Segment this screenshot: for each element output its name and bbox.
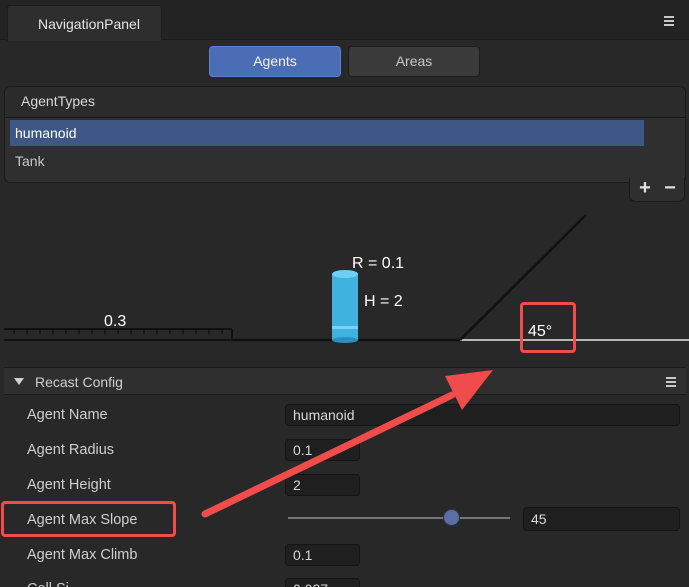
recast-config-header[interactable]: Recast Config [4, 367, 686, 395]
collapse-triangle-icon [14, 378, 24, 385]
agent-name-field[interactable]: humanoid [285, 404, 680, 426]
areas-toggle-button[interactable]: Areas [348, 46, 480, 77]
tab-navigation-panel[interactable]: NavigationPanel [7, 5, 162, 41]
add-agent-type-button[interactable]: + [634, 178, 656, 199]
list-add-remove-controls: + − [629, 178, 685, 202]
section-title: Recast Config [35, 374, 123, 390]
agent-types-header: AgentTypes [5, 87, 685, 118]
agent-height-label: Agent Height [27, 477, 111, 493]
slope-annotation-box [520, 302, 576, 353]
max-slope-slider-handle[interactable] [443, 509, 460, 526]
panel-menu-icon[interactable] [664, 16, 674, 26]
agent-max-climb-label: Agent Max Climb [27, 547, 138, 563]
list-item-tank[interactable]: Tank [10, 148, 644, 174]
remove-agent-type-button[interactable]: − [659, 178, 681, 199]
max-slope-annotation-box [1, 501, 176, 537]
tab-bar: NavigationPanel [0, 0, 689, 41]
step-height-label: 0.3 [104, 313, 126, 330]
max-slope-slider-track[interactable] [288, 517, 510, 519]
agent-height-field[interactable]: 2 [285, 474, 360, 496]
cell-size-field[interactable]: 0.037 [285, 578, 360, 587]
agent-radius-field[interactable]: 0.1 [285, 439, 360, 461]
height-label: H = 2 [364, 293, 403, 310]
section-menu-icon[interactable] [666, 377, 676, 387]
list-item-humanoid[interactable]: humanoid [10, 120, 644, 146]
agent-diagram: 0.3 R = 0.1 H = 2 45° [4, 214, 689, 343]
agent-name-label: Agent Name [27, 407, 108, 423]
agent-radius-label: Agent Radius [27, 442, 115, 458]
cell-size-label: Cell Si [27, 578, 69, 587]
radius-label: R = 0.1 [352, 255, 404, 272]
agent-cylinder-icon [332, 270, 358, 343]
tab-label: NavigationPanel [38, 16, 140, 32]
agents-toggle-button[interactable]: Agents [209, 46, 341, 77]
max-slope-value-field[interactable]: 45 [523, 507, 680, 531]
agent-types-list: AgentTypes humanoid Tank [4, 86, 686, 183]
agent-max-climb-field[interactable]: 0.1 [285, 544, 360, 566]
